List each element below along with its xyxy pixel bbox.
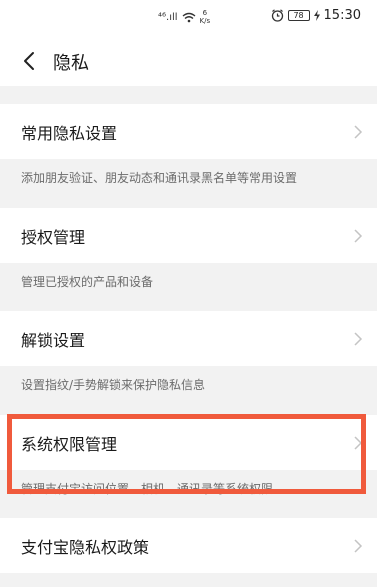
back-button[interactable] xyxy=(14,46,44,76)
row-description: 管理已授权的产品和设备 xyxy=(0,263,377,300)
clock: 15:30 xyxy=(323,8,361,23)
row-label: 支付宝隐私权政策 xyxy=(21,537,150,557)
privacy-policy-row[interactable]: 支付宝隐私权政策 xyxy=(0,518,377,573)
chevron-right-icon xyxy=(354,124,363,139)
privacy-policy-item: 支付宝隐私权政策 xyxy=(0,518,377,573)
chevron-right-icon xyxy=(354,435,363,450)
status-right: 78 15:30 xyxy=(271,8,361,23)
row-label: 常用隐私设置 xyxy=(21,123,118,143)
chevron-right-icon xyxy=(354,538,363,553)
row-description: 管理支付宝访问位置、相机、通讯录等系统权限 xyxy=(0,470,377,507)
network-speed: 6 K/s xyxy=(199,9,211,25)
system-permission-item: 系统权限管理 管理支付宝访问位置、相机、通讯录等系统权限 xyxy=(0,415,377,507)
page-title: 隐私 xyxy=(53,53,89,74)
row-description: 设置指纹/手势解锁来保护隐私信息 xyxy=(0,366,377,403)
system-permission-management-row[interactable]: 系统权限管理 xyxy=(0,415,377,470)
wifi-icon xyxy=(182,12,195,22)
row-label: 系统权限管理 xyxy=(21,434,118,454)
charging-icon xyxy=(313,10,320,21)
privacy-settings-item: 常用隐私设置 添加朋友验证、朋友动态和通讯录黑名单等常用设置 xyxy=(0,104,377,196)
chevron-right-icon xyxy=(354,228,363,243)
signal-icon: ⁴⁶.ıll xyxy=(158,11,178,23)
common-privacy-settings-row[interactable]: 常用隐私设置 xyxy=(0,104,377,159)
chevron-left-icon xyxy=(24,52,34,70)
unlock-item: 解锁设置 设置指纹/手势解锁来保护隐私信息 xyxy=(0,311,377,403)
nav-bar: 隐私 xyxy=(0,36,377,86)
row-description: 添加朋友验证、朋友动态和通讯录黑名单等常用设置 xyxy=(0,159,377,196)
chevron-right-icon xyxy=(354,331,363,346)
network-indicators: ⁴⁶.ıll 6 K/s xyxy=(158,9,210,25)
unlock-settings-row[interactable]: 解锁设置 xyxy=(0,311,377,366)
authorization-item: 授权管理 管理已授权的产品和设备 xyxy=(0,208,377,300)
row-label: 解锁设置 xyxy=(21,330,86,350)
alarm-icon xyxy=(271,9,283,22)
row-label: 授权管理 xyxy=(21,227,86,247)
battery-icon: 78 xyxy=(287,10,310,21)
status-bar: ⁴⁶.ıll 6 K/s 78 15:30 xyxy=(0,0,377,36)
authorization-management-row[interactable]: 授权管理 xyxy=(0,208,377,263)
